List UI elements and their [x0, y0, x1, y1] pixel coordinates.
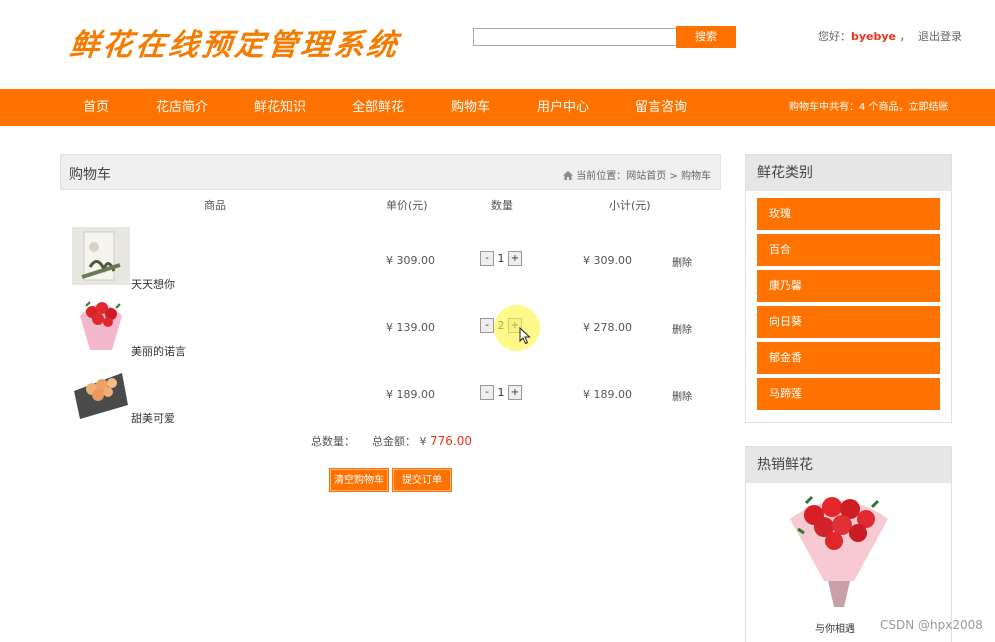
subtotal-2: ¥ 278.00 — [583, 321, 632, 334]
category-item-sunflower[interactable]: 向日葵 — [757, 306, 940, 338]
total-count-label: 总数量： — [311, 435, 355, 448]
category-panel: 鲜花类别 玫瑰 百合 康乃馨 向日葵 郁金香 马蹄莲 — [745, 154, 952, 423]
greeting-label: 您好： — [818, 30, 851, 43]
product-image-1[interactable] — [72, 227, 130, 285]
nav-cart-summary[interactable]: 购物车中共有：4 个商品，立即结账 — [789, 89, 949, 126]
product-name-1[interactable]: 天天想你 — [131, 276, 175, 292]
quantity-stepper-3: -1 + — [480, 385, 522, 402]
nav-message[interactable]: 留言咨询 — [635, 89, 687, 126]
category-panel-title: 鲜花类别 — [746, 155, 951, 191]
nav-home[interactable]: 首页 — [83, 89, 109, 126]
product-name-2[interactable]: 美丽的诺言 — [131, 343, 186, 359]
category-item-rose[interactable]: 玫瑰 — [757, 198, 940, 230]
separator: ， — [899, 30, 911, 43]
search-button[interactable]: 搜索 — [676, 26, 736, 48]
cart-panel-header: 购物车 当前位置：网站首页 > 购物车 — [60, 154, 721, 190]
unit-price-1: ¥ 309.00 — [386, 254, 435, 267]
cursor-highlight — [494, 305, 540, 351]
category-list: 玫瑰 百合 康乃馨 向日葵 郁金香 马蹄莲 — [746, 191, 951, 410]
unit-price-2: ¥ 139.00 — [386, 321, 435, 334]
delete-link-2[interactable]: 删除 — [672, 321, 692, 336]
qty-minus-button-1[interactable]: - — [480, 251, 494, 266]
nav-knowledge[interactable]: 鲜花知识 — [254, 89, 306, 126]
breadcrumb-text[interactable]: 当前位置：网站首页 > 购物车 — [576, 171, 711, 182]
total-amount-block: 总金额： ¥ 776.00 — [372, 433, 472, 449]
col-unit-price: 单价(元) — [386, 199, 428, 212]
user-bar: 您好：byebye ， 退出登录 — [818, 28, 962, 44]
subtotal-1: ¥ 309.00 — [583, 254, 632, 267]
submit-order-button[interactable]: 提交订单 — [392, 468, 452, 492]
nav-user-center[interactable]: 用户中心 — [537, 89, 589, 126]
qty-value-1[interactable]: 1 — [494, 252, 508, 265]
nav-about[interactable]: 花店简介 — [156, 89, 208, 126]
breadcrumb: 当前位置：网站首页 > 购物车 — [563, 167, 711, 182]
product-name-3[interactable]: 甜美可爱 — [131, 410, 175, 426]
col-quantity: 数量 — [491, 199, 513, 212]
cart-title: 购物车 — [69, 167, 111, 183]
qty-plus-button-3[interactable]: + — [508, 385, 522, 400]
qty-plus-button-1[interactable]: + — [508, 251, 522, 266]
delete-link-1[interactable]: 删除 — [672, 254, 692, 269]
category-item-lily[interactable]: 百合 — [757, 234, 940, 266]
total-amount-value: 776.00 — [430, 434, 472, 448]
watermark: CSDN @hpx2008 — [880, 618, 983, 632]
product-image-3[interactable] — [72, 361, 130, 419]
currency-symbol: ¥ — [419, 435, 427, 448]
main-nav: 首页 花店简介 鲜花知识 全部鲜花 购物车 用户中心 留言咨询 购物车中共有：4… — [0, 89, 995, 126]
clear-cart-button[interactable]: 清空购物车 — [329, 468, 389, 492]
home-icon — [563, 171, 574, 180]
category-item-calla[interactable]: 马蹄莲 — [757, 378, 940, 410]
hot-flower-name[interactable]: 与你相遇 — [815, 620, 855, 635]
qty-minus-button-2[interactable]: - — [480, 318, 494, 333]
hot-sellers-panel: 热销鲜花 与你相遇 — [745, 446, 952, 642]
category-item-tulip[interactable]: 郁金香 — [757, 342, 940, 374]
hot-sellers-title: 热销鲜花 — [746, 447, 951, 483]
hot-flower-image[interactable] — [784, 489, 894, 609]
col-subtotal: 小计(元) — [609, 199, 651, 212]
qty-value-3[interactable]: 1 — [494, 386, 508, 399]
site-logo[interactable]: 鲜花在线预定管理系统 — [68, 20, 403, 64]
delete-link-3[interactable]: 删除 — [672, 388, 692, 403]
total-amount-label: 总金额： — [372, 435, 416, 448]
quantity-stepper-1: -1 + — [480, 251, 522, 268]
logout-link[interactable]: 退出登录 — [918, 30, 962, 43]
search-input[interactable] — [473, 28, 677, 46]
nav-all-flowers[interactable]: 全部鲜花 — [352, 89, 404, 126]
nav-cart[interactable]: 购物车 — [451, 89, 490, 126]
category-item-carnation[interactable]: 康乃馨 — [757, 270, 940, 302]
subtotal-3: ¥ 189.00 — [583, 388, 632, 401]
qty-minus-button-3[interactable]: - — [480, 385, 494, 400]
username-link[interactable]: byebye — [851, 30, 896, 43]
cursor-arrow-icon — [519, 327, 531, 345]
col-product: 商品 — [204, 199, 226, 212]
unit-price-3: ¥ 189.00 — [386, 388, 435, 401]
product-image-2[interactable] — [72, 294, 130, 352]
